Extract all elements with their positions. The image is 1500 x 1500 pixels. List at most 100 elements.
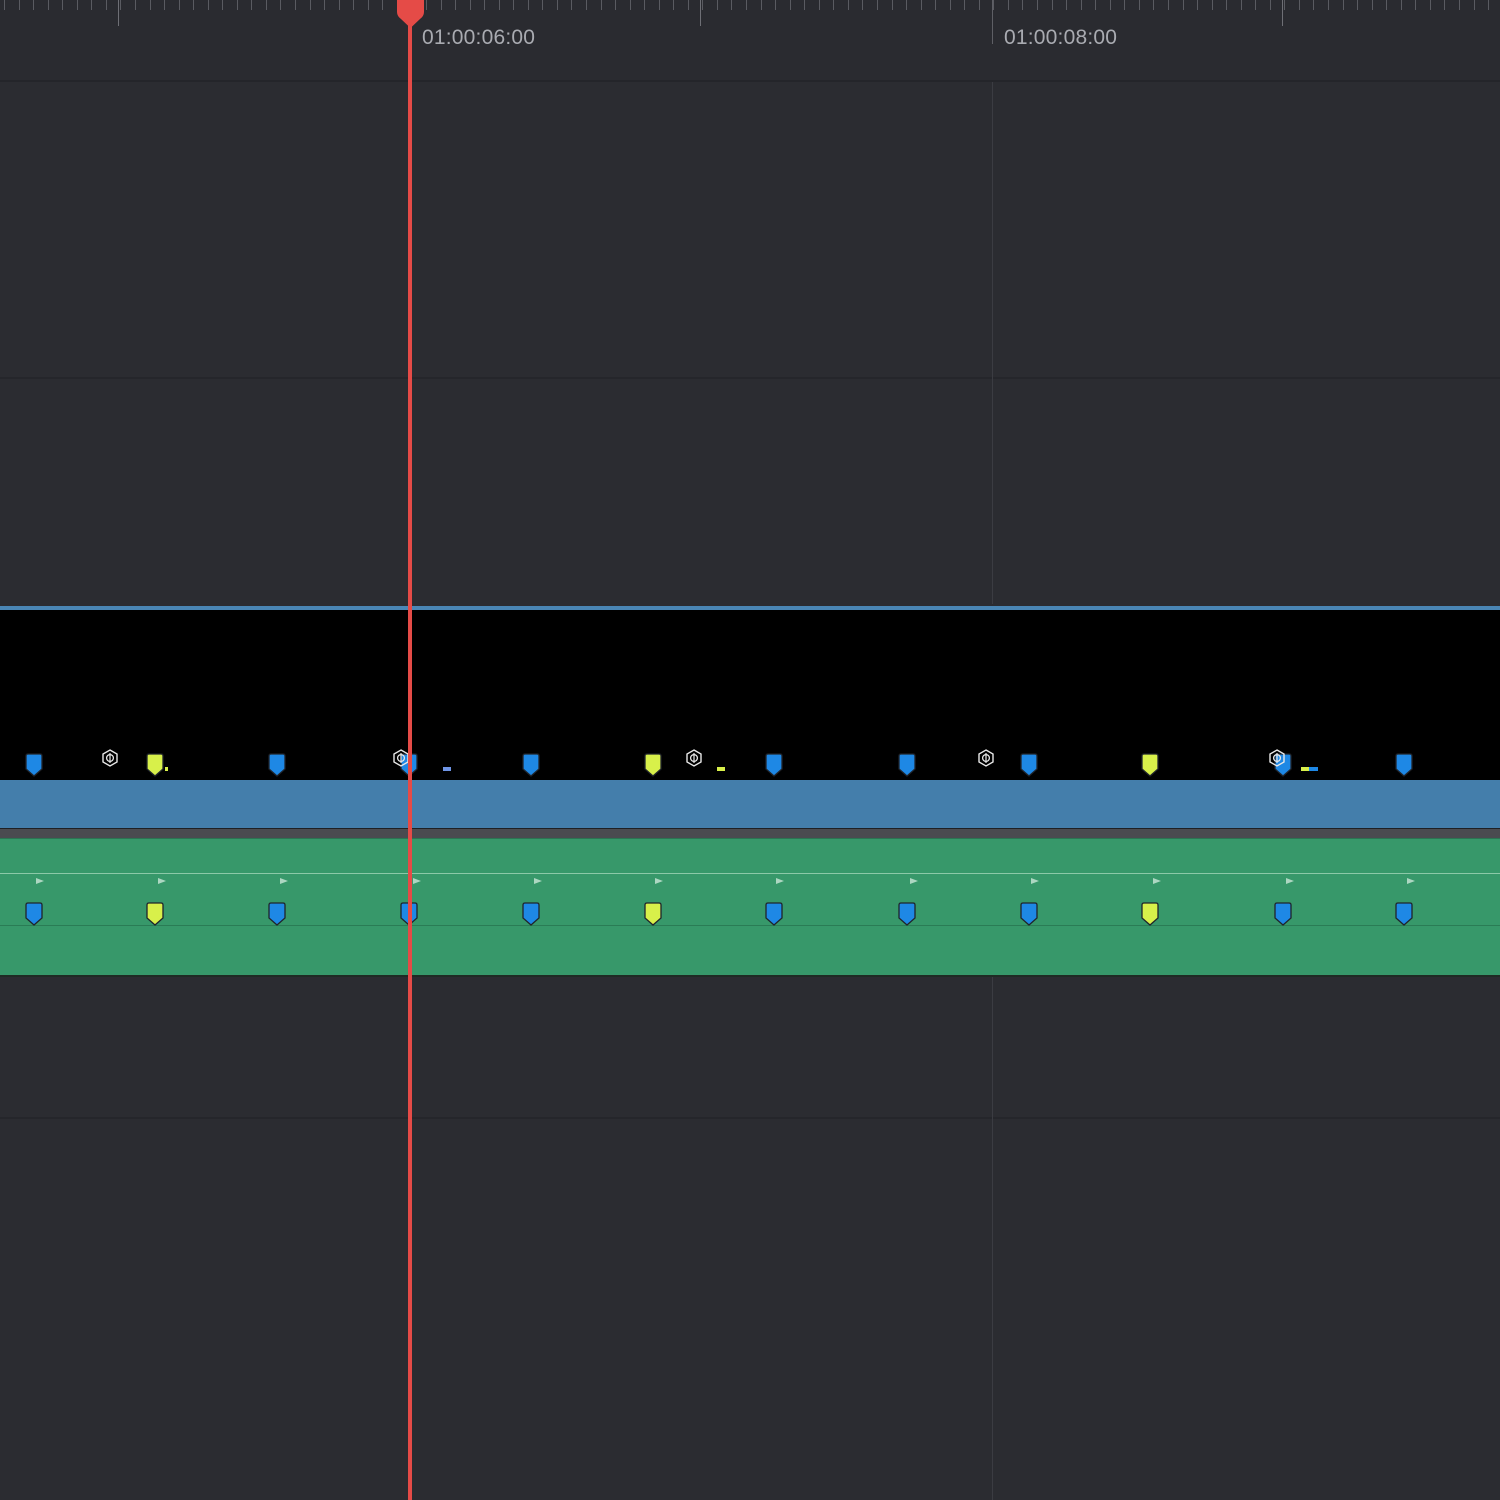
marker-blue-icon[interactable] [25, 753, 43, 777]
flag-indicator [1309, 767, 1318, 771]
ruler-tick [1052, 0, 1053, 10]
ruler-tick [1037, 0, 1038, 10]
audio-keyframe-icon[interactable] [36, 878, 44, 884]
ruler-tick [1139, 0, 1140, 10]
marker-blue-icon[interactable] [1274, 902, 1292, 926]
ruler-tick [1328, 0, 1329, 10]
ruler-tick [659, 0, 660, 10]
ruler-tick [1110, 0, 1111, 10]
ruler-tick [615, 0, 616, 10]
track-separator [0, 1117, 1500, 1119]
marker-blue-icon[interactable] [1395, 753, 1413, 777]
audio-keyframe-icon[interactable] [776, 878, 784, 884]
ruler-tick [819, 0, 820, 10]
ruler-tick [906, 0, 907, 10]
ruler-tick [280, 0, 281, 10]
ruler-tick [761, 0, 762, 10]
ruler-tick [557, 0, 558, 10]
ruler-tick [862, 0, 863, 10]
marker-blue-icon[interactable] [1395, 902, 1413, 926]
compound-clip-icon[interactable] [977, 749, 995, 767]
marker-yellow-icon[interactable] [644, 902, 662, 926]
ruler-tick [1255, 0, 1256, 10]
ruler-tick [1386, 0, 1387, 10]
ruler-tick [1343, 0, 1344, 10]
ruler-tick [528, 0, 529, 10]
ruler-tick [731, 0, 732, 10]
ruler-tick [702, 0, 703, 10]
audio-keyframe-icon[interactable] [1153, 878, 1161, 884]
video-clip[interactable] [0, 606, 1500, 828]
ruler-major-tick [1282, 0, 1283, 26]
audio-keyframe-icon[interactable] [280, 878, 288, 884]
marker-blue-icon[interactable] [522, 753, 540, 777]
timeline-gridline [992, 82, 993, 604]
audio-keyframe-icon[interactable] [1407, 878, 1415, 884]
ruler-tick [1401, 0, 1402, 10]
ruler-tick [1459, 0, 1460, 10]
ruler-tick [1168, 0, 1169, 10]
compound-clip-icon[interactable] [1268, 749, 1286, 767]
ruler-tick [1474, 0, 1475, 10]
audio-clip[interactable] [0, 838, 1500, 977]
compound-clip-icon[interactable] [685, 749, 703, 767]
ruler-tick [150, 0, 151, 10]
audio-keyframe-icon[interactable] [1286, 878, 1294, 884]
ruler-tick [208, 0, 209, 10]
playhead-handle[interactable] [394, 0, 427, 28]
audio-keyframe-icon[interactable] [158, 878, 166, 884]
audio-keyframe-icon[interactable] [1031, 878, 1039, 884]
marker-blue-icon[interactable] [268, 753, 286, 777]
ruler-tick [484, 0, 485, 10]
marker-blue-icon[interactable] [522, 902, 540, 926]
marker-blue-icon[interactable] [898, 753, 916, 777]
ruler-tick [1008, 0, 1009, 10]
timeline-gridline [992, 974, 993, 1500]
marker-yellow-icon[interactable] [1141, 902, 1159, 926]
audio-keyframe-icon[interactable] [413, 878, 421, 884]
ruler-tick [222, 0, 223, 10]
audio-keyframe-icon[interactable] [534, 878, 542, 884]
ruler-tick [135, 0, 136, 10]
ruler-tick [19, 0, 20, 10]
marker-blue-icon[interactable] [765, 902, 783, 926]
audio-volume-line[interactable] [0, 873, 1500, 874]
compound-clip-icon[interactable] [101, 749, 119, 767]
marker-yellow-icon[interactable] [146, 902, 164, 926]
ruler-tick [1241, 0, 1242, 10]
ruler-major-tick [700, 0, 701, 26]
marker-blue-icon[interactable] [765, 753, 783, 777]
ruler-tick [746, 0, 747, 10]
ruler-tick [1226, 0, 1227, 10]
ruler-tick [1212, 0, 1213, 10]
audio-keyframe-icon[interactable] [655, 878, 663, 884]
track-separator [0, 377, 1500, 379]
ruler-tick [120, 0, 121, 10]
ruler-tick [353, 0, 354, 10]
ruler-label-tick [992, 0, 993, 44]
ruler-tick [1444, 0, 1445, 10]
ruler-tick [179, 0, 180, 10]
ruler-tick [1153, 0, 1154, 10]
audio-keyframe-icon[interactable] [910, 878, 918, 884]
marker-yellow-icon[interactable] [146, 753, 164, 777]
ruler-tick [441, 0, 442, 10]
timeline-ruler[interactable]: 01:00:06:00 01:00:08:00 [0, 0, 1500, 82]
video-clip-bar[interactable] [0, 780, 1500, 828]
ruler-tick [1357, 0, 1358, 10]
marker-blue-icon[interactable] [268, 902, 286, 926]
ruler-tick [251, 0, 252, 10]
ruler-tick [1124, 0, 1125, 10]
marker-blue-icon[interactable] [898, 902, 916, 926]
flag-indicator [717, 767, 725, 771]
marker-yellow-icon[interactable] [1141, 753, 1159, 777]
marker-yellow-icon[interactable] [644, 753, 662, 777]
marker-blue-icon[interactable] [1020, 902, 1038, 926]
ruler-tick [673, 0, 674, 10]
ruler-tick [266, 0, 267, 10]
marker-blue-icon[interactable] [25, 902, 43, 926]
ruler-tick [950, 0, 951, 10]
marker-blue-icon[interactable] [1020, 753, 1038, 777]
ruler-tick [1022, 0, 1023, 10]
playhead-line[interactable] [408, 0, 412, 1500]
